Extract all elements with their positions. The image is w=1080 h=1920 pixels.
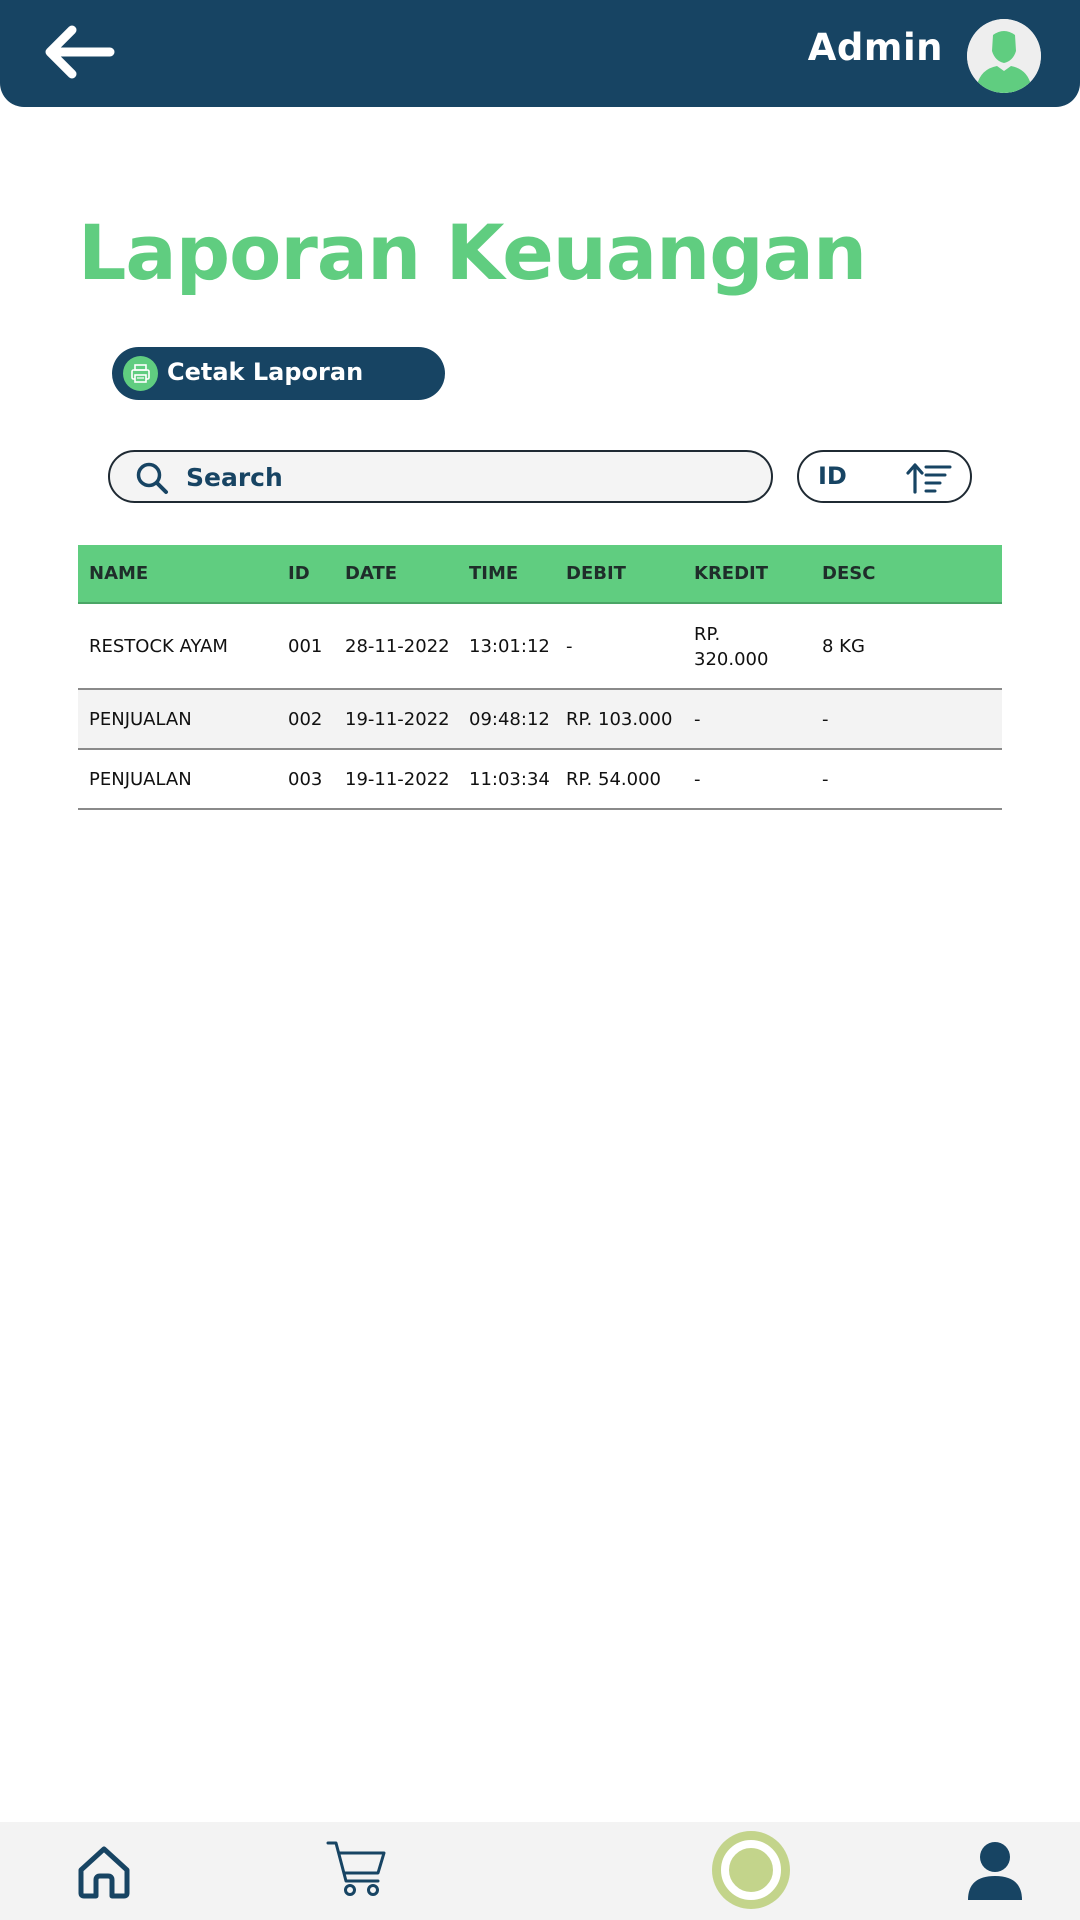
cell-desc: - [822,769,829,790]
sort-ascending-icon [906,463,952,494]
cell-time: 11:03:34 [469,769,550,790]
cell-debit: RP. 103.000 [566,709,673,730]
avatar[interactable] [967,19,1041,93]
profile-icon [968,1842,1022,1900]
user-silhouette-icon [967,19,1041,93]
finance-report-table: NAME ID DATE TIME DEBIT KREDIT DESC REST… [78,545,1002,810]
cell-name: RESTOCK AYAM [89,636,228,657]
cell-name: PENJUALAN [89,769,192,790]
print-report-label: Cetak Laporan [167,358,364,386]
table-header: NAME ID DATE TIME DEBIT KREDIT DESC [78,545,1002,604]
cell-id: 002 [288,709,323,730]
arrow-left-icon [45,25,115,79]
app-header: Admin [0,0,1080,107]
printer-icon [123,356,158,391]
cell-kredit: - [694,769,701,790]
cell-date: 19-11-2022 [345,769,450,790]
cell-date: 28-11-2022 [345,636,450,657]
cell-debit: - [566,636,573,657]
home-icon [78,1846,130,1899]
cell-kredit: - [694,709,701,730]
column-header-id[interactable]: ID [288,563,310,584]
cell-desc: - [822,709,829,730]
page-title: Laporan Keuangan [78,208,867,297]
cell-name: PENJUALAN [89,709,192,730]
search-bar[interactable] [108,450,773,503]
sort-dropdown[interactable]: ID [797,450,972,503]
nav-profile[interactable] [966,1840,1024,1902]
table-row[interactable]: PENJUALAN 002 19-11-2022 09:48:12 RP. 10… [78,690,1002,750]
table-row[interactable]: PENJUALAN 003 19-11-2022 11:03:34 RP. 54… [78,750,1002,810]
cell-id: 003 [288,769,323,790]
column-header-date[interactable]: DATE [345,563,397,584]
search-input[interactable] [186,458,746,496]
cell-kredit: RP. 320.000 [694,624,769,670]
cell-time: 13:01:12 [469,636,550,657]
report-icon [712,1831,790,1909]
admin-name: Admin [807,26,943,69]
cell-id: 001 [288,636,323,657]
column-header-desc[interactable]: DESC [822,563,875,584]
print-report-button[interactable]: Cetak Laporan [112,347,445,400]
nav-report[interactable] [711,1830,791,1910]
column-header-name[interactable]: NAME [89,563,148,584]
cell-desc: 8 KG [822,636,865,657]
cell-date: 19-11-2022 [345,709,450,730]
nav-cart[interactable] [326,1838,388,1900]
cart-icon [326,1841,386,1896]
column-header-debit[interactable]: DEBIT [566,563,626,584]
table-row[interactable]: RESTOCK AYAM 001 28-11-2022 13:01:12 - R… [78,604,1002,690]
nav-home[interactable] [76,1844,132,1900]
bottom-nav [0,1822,1080,1920]
sort-label: ID [818,462,847,490]
search-icon [136,462,168,494]
column-header-kredit[interactable]: KREDIT [694,563,768,584]
cell-debit: RP. 54.000 [566,769,661,790]
column-header-time[interactable]: TIME [469,563,518,584]
cell-time: 09:48:12 [469,709,550,730]
back-button[interactable] [40,22,120,82]
